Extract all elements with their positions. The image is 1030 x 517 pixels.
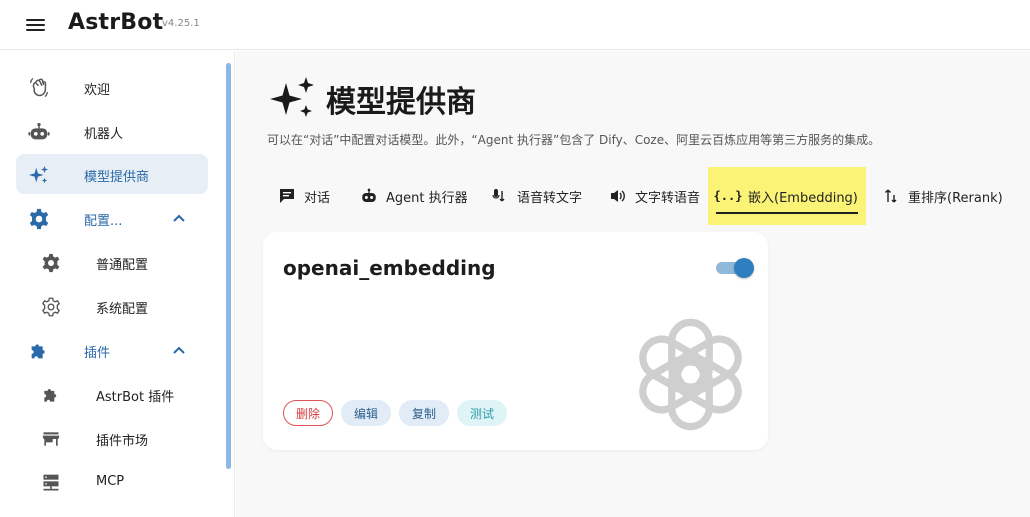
test-button[interactable]: 测试 xyxy=(457,400,507,426)
copy-button[interactable]: 复制 xyxy=(399,400,449,426)
sidebar-item-robot[interactable]: 机器人 xyxy=(16,111,208,151)
sidebar-item-label: MCP xyxy=(96,474,125,489)
sparkle-icon xyxy=(28,164,50,186)
braces-icon: {..} xyxy=(713,189,743,203)
tab-label: 重排序(Rerank) xyxy=(908,190,1003,206)
chevron-up-icon[interactable] xyxy=(172,211,186,225)
sidebar-scrollbar[interactable] xyxy=(226,63,231,469)
page-description: 可以在“对话”中配置对话模型。此外，“Agent 执行器”包含了 Dify、Co… xyxy=(267,133,881,147)
wave-hand-icon xyxy=(28,77,50,99)
menu-icon[interactable] xyxy=(26,16,48,34)
tab-chat[interactable]: 对话 xyxy=(278,167,330,225)
server-icon xyxy=(40,472,62,494)
gear-outline-icon xyxy=(40,296,62,318)
sparkle-icon xyxy=(270,77,314,117)
sidebar-item-label: 系统配置 xyxy=(96,302,149,317)
main-content: 模型提供商 可以在“对话”中配置对话模型。此外，“Agent 执行器”包含了 D… xyxy=(236,51,1030,517)
sort-arrows-icon xyxy=(882,187,900,205)
sidebar-item-general-config[interactable]: 普通配置 xyxy=(16,242,208,282)
sidebar-item-label: 插件市场 xyxy=(96,434,149,449)
gear-icon xyxy=(28,208,50,230)
robot-icon xyxy=(360,187,378,205)
sidebar-item-astrbot-plugins[interactable]: AstrBot 插件 xyxy=(16,374,208,414)
openai-logo-icon xyxy=(639,318,742,431)
active-tab-indicator xyxy=(716,212,858,214)
provider-enable-toggle[interactable] xyxy=(716,258,754,278)
sidebar-item-label: 普通配置 xyxy=(96,258,149,273)
tab-speech-to-text[interactable]: 语音转文字 xyxy=(491,167,582,225)
provider-name: openai_embedding xyxy=(283,256,496,280)
tab-label: 嵌入(Embedding) xyxy=(748,190,858,206)
sidebar-item-model-providers[interactable]: 模型提供商 xyxy=(16,154,208,194)
toggle-thumb xyxy=(734,258,754,278)
sidebar-item-label: 欢迎 xyxy=(84,83,111,98)
page-title: 模型提供商 xyxy=(326,85,476,120)
tab-embedding[interactable]: {..} 嵌入(Embedding) xyxy=(708,167,866,225)
robot-icon xyxy=(28,121,50,143)
puzzle-icon xyxy=(28,340,50,362)
tab-label: 文字转语音 xyxy=(635,190,701,206)
top-app-bar: AstrBot v4.25.1 xyxy=(0,0,1030,50)
sidebar-item-label: 插件 xyxy=(84,346,111,361)
speaker-icon xyxy=(609,187,627,205)
tab-label: 语音转文字 xyxy=(517,190,583,206)
chevron-up-icon[interactable] xyxy=(172,343,186,357)
tab-label: 对话 xyxy=(304,190,331,206)
sidebar-item-welcome[interactable]: 欢迎 xyxy=(16,67,208,107)
chat-icon xyxy=(278,187,296,205)
tab-text-to-speech[interactable]: 文字转语音 xyxy=(609,167,700,225)
sidebar-item-plugin-market[interactable]: 插件市场 xyxy=(16,418,208,458)
delete-button[interactable]: 删除 xyxy=(283,400,333,426)
provider-card[interactable]: openai_embedding 删除 编辑 复制 测试 xyxy=(263,232,768,450)
sidebar-item-config[interactable]: 配置... xyxy=(16,198,208,238)
app-version: v4.25.1 xyxy=(162,18,200,29)
sidebar-item-label: 模型提供商 xyxy=(84,170,150,185)
sidebar-item-label: 机器人 xyxy=(84,127,124,142)
sidebar-item-mcp[interactable]: MCP xyxy=(16,462,208,502)
sidebar-item-label: AstrBot 插件 xyxy=(96,390,175,405)
sidebar-item-plugins[interactable]: 插件 xyxy=(16,330,208,370)
sidebar: 欢迎 机器人 模型提供商 配置... 普通配置 系统配置 插件 AstrBot … xyxy=(0,51,235,517)
store-icon xyxy=(40,428,62,450)
provider-tabs: 对话 Agent 执行器 语音转文字 文字转语音 {..} 嵌入(Embeddi… xyxy=(266,167,1030,225)
sidebar-item-system-config[interactable]: 系统配置 xyxy=(16,286,208,326)
gear-icon xyxy=(40,252,62,274)
tab-agent-runner[interactable]: Agent 执行器 xyxy=(360,167,468,225)
speech-to-text-icon xyxy=(491,187,509,205)
edit-button[interactable]: 编辑 xyxy=(341,400,391,426)
puzzle-icon xyxy=(40,384,62,406)
tab-label: Agent 执行器 xyxy=(386,190,468,206)
app-title: AstrBot xyxy=(68,10,164,35)
tab-rerank[interactable]: 重排序(Rerank) xyxy=(882,167,1003,225)
sidebar-item-label: 配置... xyxy=(84,214,123,229)
